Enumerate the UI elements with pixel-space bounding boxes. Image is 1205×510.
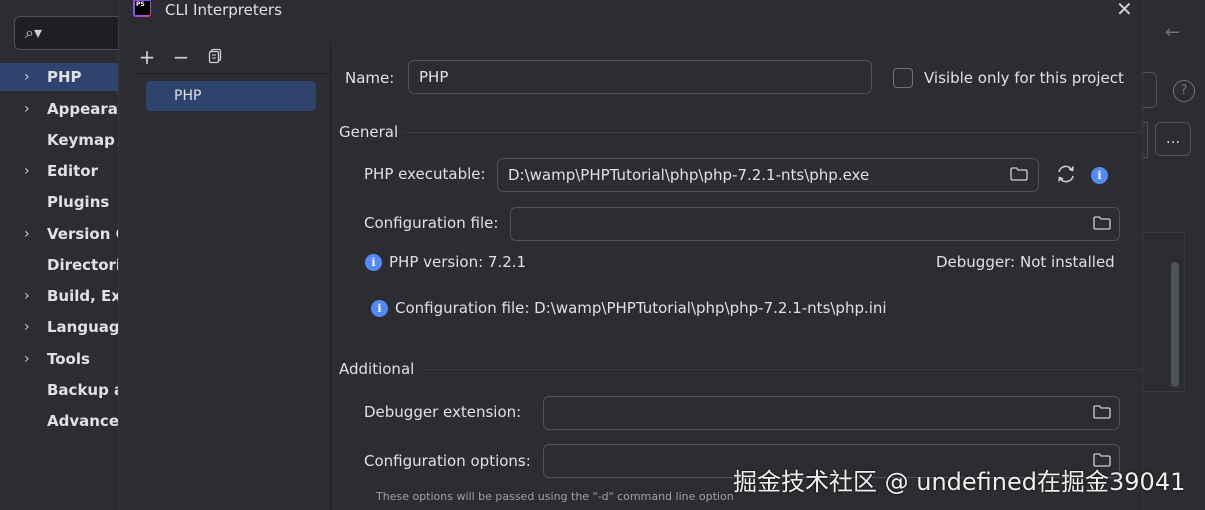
settings-search-input[interactable]: ⌕▾ [14, 16, 134, 50]
chevron-right-icon: › [24, 319, 30, 335]
php-executable-value: D:\wamp\PHPTutorial\php\php-7.2.1-nts\ph… [508, 166, 870, 184]
chevron-right-icon: › [24, 351, 30, 367]
info-icon[interactable]: i [1091, 167, 1108, 184]
sidebar-item-build[interactable]: ›Build, Execution, Deployment [0, 282, 118, 310]
sidebar-item-languages[interactable]: ›Languages & Frameworks [0, 313, 118, 341]
search-icon: ⌕▾ [25, 23, 42, 42]
help-icon[interactable]: ? [1173, 80, 1195, 102]
close-icon[interactable]: ✕ [1116, 0, 1133, 19]
config-options-label: Configuration options: [364, 452, 531, 470]
chevron-right-icon: › [24, 163, 30, 179]
add-icon[interactable]: + [137, 47, 157, 68]
chevron-right-icon: › [24, 69, 30, 85]
name-input[interactable]: PHP [408, 60, 872, 94]
dialog-title: CLI Interpreters [165, 1, 282, 19]
toolbar-divider [133, 73, 329, 74]
chevron-right-icon: › [24, 226, 30, 242]
back-arrow-icon[interactable]: ← [1165, 22, 1180, 43]
debugger-label: Debugger: [936, 253, 1016, 271]
more-button[interactable]: ... [1155, 122, 1191, 156]
visible-only-checkbox[interactable] [893, 68, 913, 88]
dialog-titlebar: CLI Interpreters ✕ [119, 0, 1142, 29]
debugger-value: Not installed [1020, 253, 1115, 271]
php-version-text: PHP version: 7.2.1 [389, 253, 527, 271]
sidebar-item-editor[interactable]: › Editor [0, 157, 118, 185]
info-icon: i [365, 254, 382, 271]
php-executable-label: PHP executable: [364, 165, 486, 183]
chevron-right-icon: › [24, 288, 30, 304]
refresh-icon[interactable] [1055, 163, 1077, 185]
settings-content-edge: ← ? ... [1143, 0, 1205, 510]
sidebar-item-advanced[interactable]: Advanced Settings [0, 407, 118, 435]
visible-only-label: Visible only for this project [924, 69, 1124, 87]
sidebar-item-keymap[interactable]: Keymap [0, 126, 118, 154]
config-file-input[interactable] [510, 207, 1120, 241]
sidebar-item-php[interactable]: › PHP [0, 63, 118, 91]
php-executable-input[interactable]: D:\wamp\PHPTutorial\php\php-7.2.1-nts\ph… [497, 158, 1039, 192]
general-section-divider [402, 132, 1142, 133]
folder-icon[interactable] [1093, 216, 1111, 230]
config-file-label: Configuration file: [364, 214, 499, 232]
scrollbar[interactable] [1171, 262, 1179, 387]
interpreter-item-php[interactable]: PHP [146, 81, 316, 111]
sidebar-item-plugins[interactable]: Plugins [0, 188, 118, 216]
interpreter-form: Name: PHP Visible only for this project … [332, 43, 1144, 510]
name-label: Name: [345, 69, 395, 87]
config-options-hint: These options will be passed using the "… [376, 490, 734, 503]
cli-interpreters-dialog: CLI Interpreters ✕ + − PHP Name: PHP Vis… [118, 0, 1143, 510]
general-section-title: General [339, 123, 399, 141]
sidebar-item-appearance[interactable]: ›Appearance [0, 95, 118, 123]
phpstorm-logo-icon [133, 0, 151, 17]
debugger-extension-input[interactable] [543, 396, 1120, 430]
sidebar-item-directories[interactable]: Directories [0, 251, 118, 279]
folder-icon[interactable] [1010, 167, 1028, 181]
additional-section-title: Additional [339, 360, 415, 378]
config-file-info-text: Configuration file: D:\wamp\PHPTutorial\… [395, 299, 887, 317]
interpreter-select[interactable] [1143, 72, 1157, 108]
sidebar-item-backup[interactable]: Backup and Sync [0, 376, 118, 404]
remove-icon[interactable]: − [171, 47, 191, 68]
additional-section-divider [425, 369, 1142, 370]
interpreter-toolbar: + − [137, 47, 225, 69]
folder-icon[interactable] [1093, 405, 1111, 419]
watermark: 掘金技术社区 @ undefined在掘金39041 [733, 468, 1186, 496]
debugger-extension-label: Debugger extension: [364, 403, 522, 421]
settings-sidebar: ⌕▾ ›PHP ›Appearance Keymap ›Editor Plugi… [0, 0, 134, 510]
chevron-right-icon: › [24, 101, 30, 117]
info-icon: i [371, 300, 388, 317]
copy-icon[interactable] [205, 48, 225, 68]
interpreter-list-pane: + − PHP [119, 43, 331, 510]
sidebar-item-tools[interactable]: › Tools [0, 345, 118, 373]
sidebar-item-version-control[interactable]: ›Version Control [0, 220, 118, 248]
